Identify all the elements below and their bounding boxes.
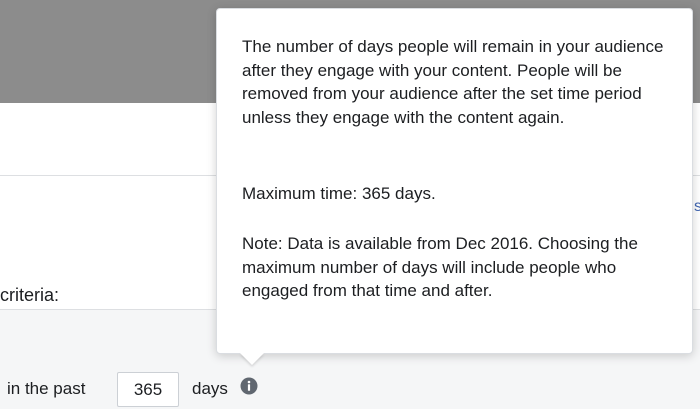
tooltip-arrow xyxy=(240,353,264,365)
days-unit-label: days xyxy=(192,379,228,398)
criteria-label: criteria: xyxy=(0,285,60,305)
info-icon[interactable] xyxy=(240,377,258,395)
tooltip-note: Note: Data is available from Dec 2016. C… xyxy=(242,234,638,300)
tooltip-max-time: Maximum time: 365 days. xyxy=(242,184,436,203)
in-the-past-label: in the past xyxy=(7,379,86,398)
partially-visible-link-glyph[interactable]: s xyxy=(694,198,700,216)
retention-days-input[interactable] xyxy=(117,372,179,407)
tooltip-description: The number of days people will remain in… xyxy=(242,37,664,127)
